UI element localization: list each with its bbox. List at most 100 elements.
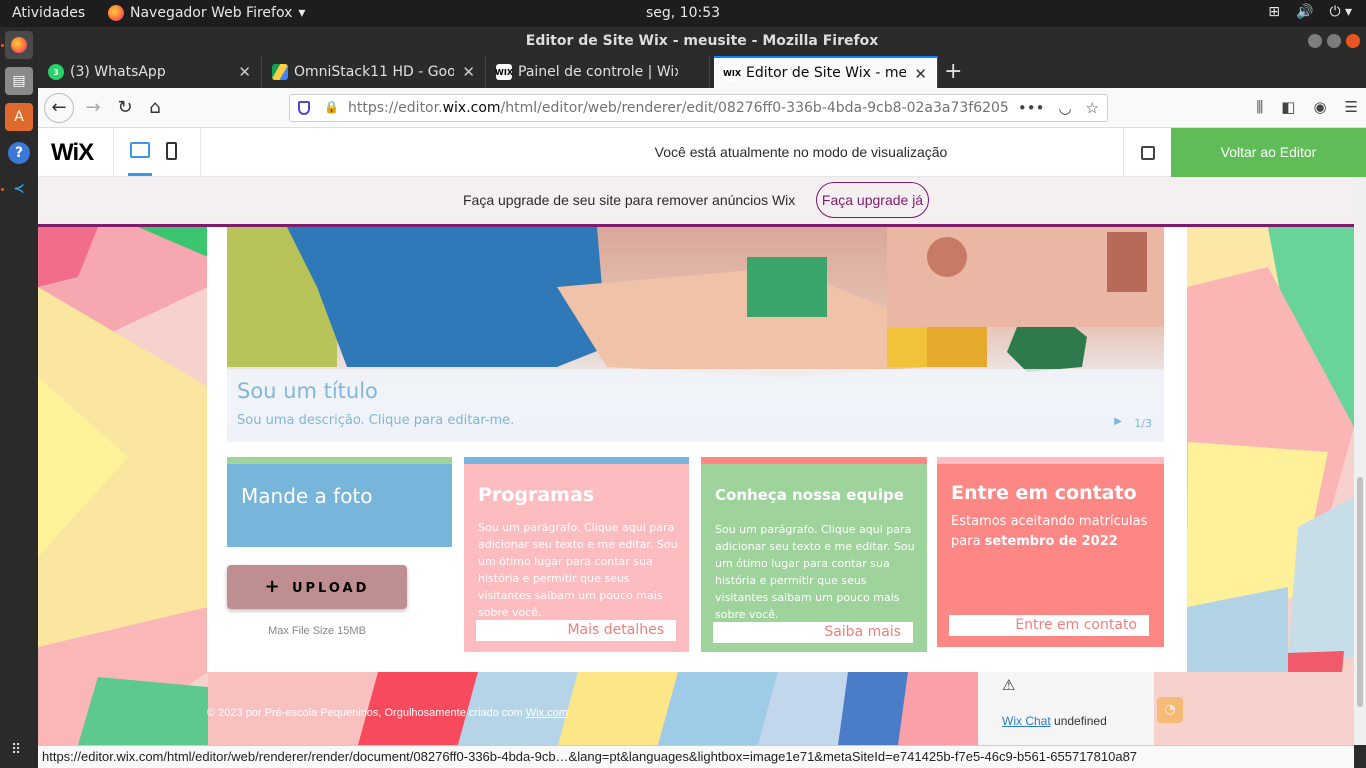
photo-card: Mande a foto <box>227 457 452 547</box>
tab-google-drive[interactable]: OmniStack11 HD - Googl ✕ <box>262 56 486 88</box>
forward-button[interactable]: → <box>80 96 106 120</box>
tab-wix-dashboard[interactable]: WIX Painel de controle | Wix.c <box>486 56 710 88</box>
dock: ▤ A ? ≺ ⠿ <box>0 27 38 768</box>
close-tab-icon[interactable]: ✕ <box>914 65 927 83</box>
reload-button[interactable]: ↻ <box>112 96 138 120</box>
tab-wix-editor[interactable]: WIX Editor de Site Wix - meus ✕ <box>714 56 938 88</box>
slide-title: Sou um título <box>237 379 378 403</box>
max-file-size: Max File Size 15MB <box>268 625 366 637</box>
account-icon[interactable]: ◉ <box>1313 98 1326 116</box>
status-bar: https://editor.wix.com/html/editor/web/r… <box>38 745 1354 768</box>
rss-icon[interactable]: ◔ <box>1157 697 1183 723</box>
maximize-button[interactable] <box>1327 34 1341 48</box>
activities-button[interactable]: Atividades <box>12 5 85 21</box>
programs-card: Programas Sou um parágrafo. Clique aqui … <box>464 457 689 652</box>
programs-title: Programas <box>478 484 595 506</box>
chat-status: Wix Chat undefined <box>1002 714 1107 728</box>
power-icon[interactable]: ⏻ ▾ <box>1329 4 1352 20</box>
running-indicator <box>1 44 4 47</box>
software-launcher[interactable]: A <box>5 103 33 131</box>
system-tray[interactable]: ⊞ 🔊 ⏻ ▾ <box>1268 4 1352 20</box>
url-bar[interactable]: 🔒 https://editor.wix.com/html/editor/web… <box>289 94 1108 122</box>
library-icon[interactable]: ⫼ <box>1256 98 1263 116</box>
scrollbar-thumb[interactable] <box>1357 477 1363 707</box>
help-icon: ? <box>8 142 30 164</box>
slideshow-caption: Sou um título Sou uma descrição. Clique … <box>227 369 1164 442</box>
app-grid-icon[interactable]: ⠿ <box>11 742 21 758</box>
page-scrollbar[interactable] <box>1354 177 1366 745</box>
file-cabinet-icon: ▤ <box>12 73 26 89</box>
footer-text: © 2023 por Pré-escola Pequeninos, Orgulh… <box>207 707 526 719</box>
url-prefix: https://editor. <box>348 100 443 116</box>
sidebar-icon[interactable]: ◧ <box>1281 98 1295 116</box>
tab-bar: 3 (3) WhatsApp ✕ OmniStack11 HD - Googl … <box>38 56 1366 88</box>
team-title: Conheça nossa equipe <box>715 486 904 504</box>
wix-chat-widget: ⚠ Wix Chat undefined <box>978 672 1154 745</box>
window-title: Editor de Site Wix - meusite - Mozilla F… <box>525 33 879 49</box>
close-tab-icon[interactable]: ✕ <box>462 63 475 81</box>
contact-card: Entre em contato Estamos aceitando matrí… <box>937 457 1164 647</box>
wix-icon: WIX <box>723 65 741 81</box>
back-button[interactable]: ← <box>44 93 74 123</box>
chevron-down-icon: ▾ <box>298 5 306 21</box>
window-controls <box>1308 34 1360 48</box>
site-content: Sou um título Sou uma descrição. Clique … <box>207 227 1187 672</box>
bookmark-star-icon[interactable]: ☆ <box>1086 95 1099 121</box>
firefox-icon <box>11 37 27 53</box>
minimize-button[interactable] <box>1308 34 1322 48</box>
team-card: Conheça nossa equipe Sou um parágrafo. C… <box>701 457 927 652</box>
shopping-bag-icon: A <box>14 109 24 125</box>
tab-label: OmniStack11 HD - Googl <box>294 64 454 80</box>
wix-logo: WiX <box>51 139 94 166</box>
photo-card-title: Mande a foto <box>241 484 373 508</box>
desktop-view-icon[interactable] <box>130 142 150 158</box>
google-drive-icon <box>272 64 288 80</box>
upgrade-now-button[interactable]: Faça upgrade já <box>816 182 929 218</box>
contact-text-date: setembro de 2022 <box>984 534 1118 549</box>
programs-text: Sou um parágrafo. Clique aqui para adici… <box>478 521 678 619</box>
files-launcher[interactable]: ▤ <box>5 67 33 95</box>
pocket-icon[interactable]: ◡ <box>1058 95 1071 121</box>
back-to-editor-button[interactable]: Voltar ao Editor <box>1171 128 1366 177</box>
app-menu-label: Navegador Web Firefox <box>130 5 293 21</box>
lock-icon[interactable]: 🔒 <box>324 100 339 115</box>
divider <box>200 128 201 177</box>
upload-label: UPLOAD <box>291 581 370 596</box>
app-menu[interactable]: Navegador Web Firefox ▾ <box>108 5 305 21</box>
network-icon[interactable]: ⊞ <box>1268 4 1280 20</box>
tracking-protection-icon[interactable] <box>298 101 310 115</box>
save-icon[interactable] <box>1141 146 1155 160</box>
footer-wix-link[interactable]: Wix.com <box>526 707 568 719</box>
firefox-icon <box>108 5 124 21</box>
mobile-view-icon[interactable] <box>166 142 177 160</box>
slideshow[interactable]: Sou um título Sou uma descrição. Clique … <box>227 227 1164 442</box>
close-window-button[interactable] <box>1346 34 1360 48</box>
url-domain: wix.com <box>442 100 501 116</box>
wix-chat-link[interactable]: Wix Chat <box>1002 714 1051 728</box>
help-launcher[interactable]: ? <box>5 139 33 167</box>
learn-more-button[interactable]: Saiba mais <box>713 622 913 643</box>
slide-counter: 1/3 <box>1134 417 1152 430</box>
running-indicator <box>1 188 4 191</box>
home-button[interactable]: ⌂ <box>142 96 168 120</box>
preview-mode-message: Você está atualmente no modo de visualiz… <box>654 144 948 160</box>
tab-label: Painel de controle | Wix.c <box>518 64 678 80</box>
wix-icon: WIX <box>495 64 513 80</box>
vscode-launcher[interactable]: ≺ <box>5 175 33 203</box>
window-titlebar: Editor de Site Wix - meusite - Mozilla F… <box>38 27 1366 56</box>
menu-icon[interactable]: ☰ <box>1345 98 1358 116</box>
team-text: Sou um parágrafo. Clique aqui para adici… <box>715 523 915 621</box>
nav-toolbar: ← → ↻ ⌂ 🔒 https://editor.wix.com/html/ed… <box>38 88 1366 128</box>
volume-icon[interactable]: 🔊 <box>1296 4 1313 20</box>
right-toolbar: ⫼ ◧ ◉ ☰ <box>1256 98 1358 116</box>
upload-button[interactable]: + UPLOAD <box>227 565 407 609</box>
tab-whatsapp[interactable]: 3 (3) WhatsApp ✕ <box>38 56 262 88</box>
tab-label: Editor de Site Wix - meus <box>746 65 906 81</box>
close-tab-icon[interactable]: ✕ <box>238 63 251 81</box>
firefox-launcher[interactable] <box>5 31 33 59</box>
page-actions-icon[interactable]: ••• <box>1018 95 1045 121</box>
contact-button[interactable]: Entre em contato <box>949 615 1149 636</box>
active-view-indicator <box>128 173 152 176</box>
more-details-button[interactable]: Mais detalhes <box>476 620 676 641</box>
new-tab-button[interactable]: + <box>944 59 962 84</box>
